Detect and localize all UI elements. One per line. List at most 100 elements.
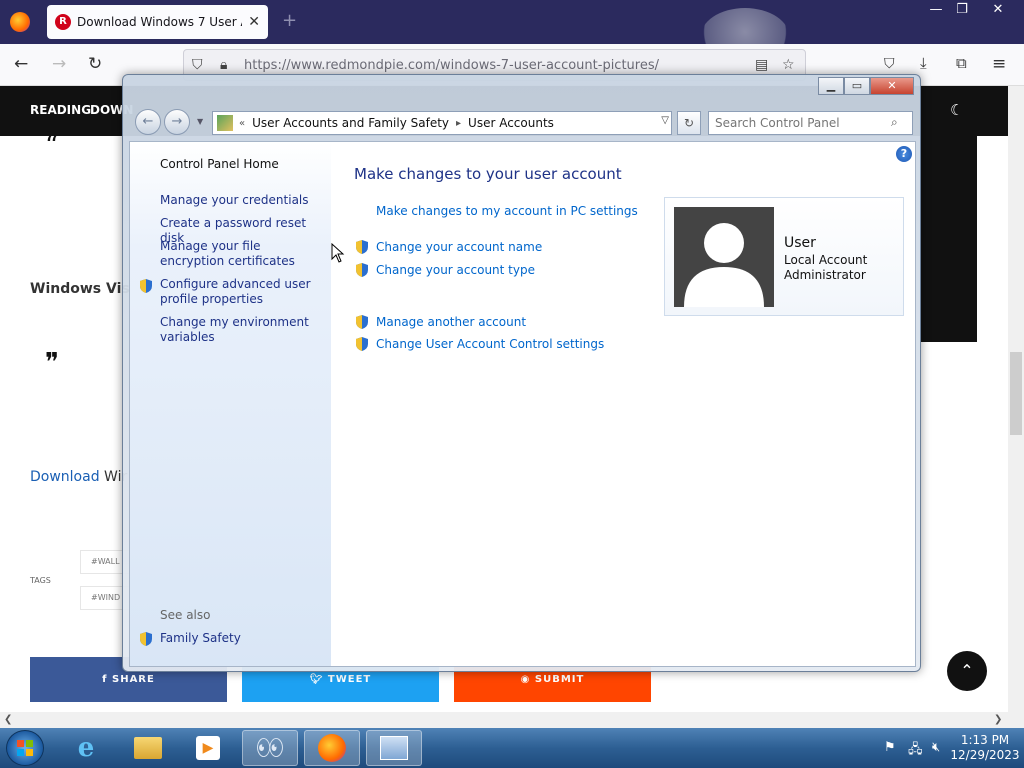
back-arrow-icon[interactable]: ← xyxy=(14,54,28,74)
page-title: Make changes to your user account xyxy=(354,165,622,183)
hamburger-menu-icon[interactable]: ≡ xyxy=(992,54,1006,74)
site-favicon-icon: R xyxy=(55,14,71,30)
media-player-icon: ▶ xyxy=(196,736,220,760)
windows-logo-icon xyxy=(17,740,33,756)
uac-shield-icon xyxy=(356,337,368,351)
cp-address-bar[interactable]: « User Accounts and Family Safety ▸ User… xyxy=(212,111,672,135)
taskbar-media-player[interactable]: ▶ xyxy=(180,730,236,766)
pocket-icon[interactable]: ⛉ xyxy=(884,56,895,72)
nav-file-encryption-certificates[interactable]: Manage your file encryption certificates xyxy=(160,239,325,269)
browser-restore-button[interactable]: ❐ xyxy=(945,0,979,20)
reader-view-icon[interactable]: ▤ xyxy=(755,57,768,73)
task-manage-another-account[interactable]: Manage another account xyxy=(376,315,526,329)
bookmark-star-icon[interactable]: ☆ xyxy=(782,57,795,73)
internet-explorer-icon: e xyxy=(77,733,95,763)
network-icon[interactable]: 🖧︎ xyxy=(908,740,923,762)
volume-muted-icon[interactable]: 🔇︎ xyxy=(932,740,940,755)
recent-pages-chevron-icon[interactable]: ▼ xyxy=(197,117,203,126)
cp-minimize-button[interactable]: ▁ xyxy=(818,77,844,95)
tab-close-icon[interactable]: ✕ xyxy=(248,14,260,30)
task-change-account-name[interactable]: Change your account name xyxy=(376,240,542,254)
firefox-menu-icon[interactable] xyxy=(10,12,30,32)
lock-icon[interactable]: 🔒︎ xyxy=(220,57,227,73)
shield-tracking-icon[interactable]: ⛉ xyxy=(192,57,203,73)
start-button[interactable] xyxy=(6,730,44,766)
reload-icon[interactable]: ↻ xyxy=(88,54,102,74)
firefox-icon xyxy=(318,734,346,762)
control-panel-window: ▁ ▭ ✕ ← → ▼ « User Accounts and Family S… xyxy=(122,74,921,672)
mouse-cursor-icon xyxy=(331,243,345,263)
nav-environment-variables[interactable]: Change my environment variables xyxy=(160,315,325,345)
uac-shield-icon xyxy=(356,263,368,277)
tags-label: TAGS xyxy=(30,576,51,585)
nav-advanced-profile-properties[interactable]: Configure advanced user profile properti… xyxy=(160,277,325,307)
tab-title: Download Windows 7 User Acc xyxy=(77,15,242,29)
scrollbar-thumb[interactable] xyxy=(1010,352,1022,435)
scroll-left-icon[interactable]: ❮ xyxy=(4,712,12,728)
folder-icon xyxy=(134,737,162,759)
search-icon[interactable]: ⌕ xyxy=(891,115,898,130)
cp-refresh-button[interactable]: ↻ xyxy=(677,111,701,135)
see-also-label: See also xyxy=(160,608,211,622)
cp-maximize-button[interactable]: ▭ xyxy=(844,77,870,95)
see-also-family-safety[interactable]: Family Safety xyxy=(160,631,241,646)
share-facebook-label: SHARE xyxy=(112,674,155,685)
task-pc-settings[interactable]: Make changes to my account in PC setting… xyxy=(376,204,638,218)
breadcrumb-user-accounts[interactable]: User Accounts xyxy=(468,116,554,130)
user-avatar-icon[interactable] xyxy=(674,207,774,307)
uac-shield-icon xyxy=(140,632,152,646)
cp-back-button[interactable]: ← xyxy=(135,109,161,135)
cp-search-input[interactable] xyxy=(708,111,913,135)
windows-taskbar: e ▶ 👀︎ ⚑ 🖧︎ 🔇︎ 1:13 PM 12/29/2023 xyxy=(0,728,1024,768)
new-tab-icon[interactable]: + xyxy=(282,10,297,31)
article-heading: Windows Vist xyxy=(30,281,137,297)
taskbar-app[interactable]: 👀︎ xyxy=(242,730,298,766)
control-panel-icon xyxy=(217,115,233,131)
download-link[interactable]: Download Wir xyxy=(30,469,127,485)
cp-close-button[interactable]: ✕ xyxy=(870,77,914,95)
task-uac-settings[interactable]: Change User Account Control settings xyxy=(376,337,604,351)
extensions-icon[interactable]: ⧉ xyxy=(956,54,967,72)
breadcrumb-separator-icon[interactable]: ▸ xyxy=(456,118,461,129)
cp-content: Control Panel Home Manage your credentia… xyxy=(129,141,916,667)
cp-forward-button[interactable]: → xyxy=(164,109,190,135)
taskbar-firefox[interactable] xyxy=(304,730,360,766)
browser-close-button[interactable]: ✕ xyxy=(981,0,1015,20)
download-icon[interactable]: ⤓ xyxy=(920,54,927,72)
control-panel-taskbar-icon xyxy=(380,736,408,760)
page-horizontal-scrollbar[interactable]: ❮ ❯ xyxy=(0,712,1008,728)
page-vertical-scrollbar[interactable] xyxy=(1008,86,1024,712)
taskbar-clock[interactable]: 1:13 PM 12/29/2023 xyxy=(950,733,1020,763)
clock-time: 1:13 PM xyxy=(960,733,1010,747)
taskbar-internet-explorer[interactable]: e xyxy=(58,730,114,766)
clock-date: 12/29/2023 xyxy=(950,748,1020,762)
reading-label: READING xyxy=(30,103,92,117)
scroll-to-top-button[interactable]: ⌃ xyxy=(947,651,987,691)
taskbar-file-explorer[interactable] xyxy=(120,730,176,766)
nav-manage-credentials[interactable]: Manage your credentials xyxy=(160,193,325,208)
help-icon[interactable]: ? xyxy=(896,146,912,162)
cp-left-pane: Control Panel Home Manage your credentia… xyxy=(130,142,331,666)
quote-mark-icon: “ xyxy=(45,131,59,161)
account-role: Administrator xyxy=(784,268,866,282)
forward-arrow-icon[interactable]: → xyxy=(52,54,66,74)
address-dropdown-icon[interactable]: ▽ xyxy=(661,115,669,126)
share-twitter-label: TWEET xyxy=(327,674,372,685)
dark-banner xyxy=(920,136,977,342)
eyes-app-icon: 👀︎ xyxy=(256,735,284,761)
download-link-text[interactable]: Download xyxy=(30,469,100,485)
task-change-account-type[interactable]: Change your account type xyxy=(376,263,535,277)
uac-shield-icon xyxy=(356,240,368,254)
account-card: User Local Account Administrator xyxy=(664,197,904,316)
control-panel-home-link[interactable]: Control Panel Home xyxy=(160,157,279,172)
scroll-right-icon[interactable]: ❯ xyxy=(994,712,1002,728)
browser-tab[interactable]: R Download Windows 7 User Acc ✕ xyxy=(47,5,268,39)
taskbar-control-panel[interactable] xyxy=(366,730,422,766)
night-mode-moon-icon[interactable]: ☾ xyxy=(950,101,963,119)
breadcrumb-user-accounts-family[interactable]: User Accounts and Family Safety xyxy=(252,116,449,130)
action-center-flag-icon[interactable]: ⚑ xyxy=(884,740,896,755)
uac-shield-icon xyxy=(356,315,368,329)
account-name: User xyxy=(784,235,816,251)
share-reddit-label: SUBMIT xyxy=(534,674,585,685)
overflow-chevron-icon[interactable]: « xyxy=(239,118,245,129)
